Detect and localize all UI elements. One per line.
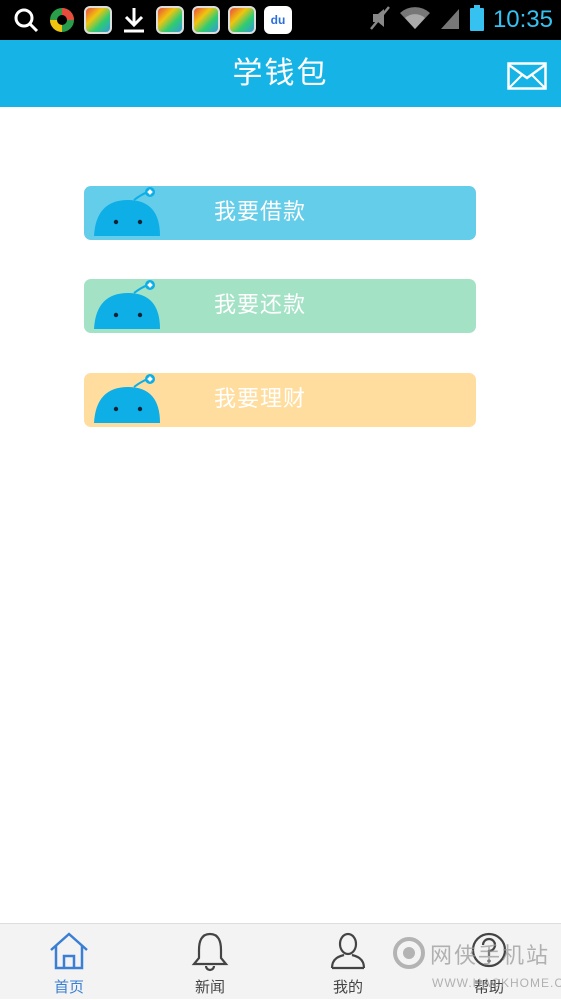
app-icon xyxy=(48,6,76,34)
app-icon xyxy=(192,6,220,34)
wifi-icon xyxy=(399,5,431,35)
app-icon xyxy=(84,6,112,34)
bell-icon xyxy=(190,930,230,972)
invest-label: 我要理财 xyxy=(213,387,306,412)
app-icon xyxy=(156,6,184,34)
borrow-label: 我要借款 xyxy=(213,200,306,225)
tab-news[interactable]: 新闻 xyxy=(155,924,265,1000)
notification-icons: du xyxy=(12,5,292,35)
mascot-icon xyxy=(90,186,164,240)
tab-home[interactable]: 首页 xyxy=(14,924,124,1000)
battery-icon xyxy=(469,4,485,36)
tab-help[interactable]: 帮助 xyxy=(434,924,544,1000)
mascot-icon xyxy=(90,279,164,333)
page-title: 学钱包 xyxy=(232,56,329,91)
app-header: 学钱包 xyxy=(0,40,561,107)
help-icon xyxy=(469,930,509,972)
status-bar: du 10:35 xyxy=(0,0,561,40)
tab-news-label: 新闻 xyxy=(194,978,225,996)
system-icons: 10:35 xyxy=(369,4,553,36)
invest-button[interactable]: 我要理财 xyxy=(84,373,476,427)
mail-icon[interactable] xyxy=(507,62,547,90)
repay-label: 我要还款 xyxy=(213,293,306,318)
user-icon xyxy=(328,930,368,972)
tab-help-label: 帮助 xyxy=(473,978,504,996)
tab-mine-label: 我的 xyxy=(332,978,363,996)
tab-mine[interactable]: 我的 xyxy=(293,924,403,1000)
repay-button[interactable]: 我要还款 xyxy=(84,279,476,333)
signal-icon xyxy=(439,5,461,35)
status-time: 10:35 xyxy=(492,6,553,33)
home-icon xyxy=(49,930,89,972)
download-icon xyxy=(120,6,148,34)
borrow-button[interactable]: 我要借款 xyxy=(84,186,476,240)
bottom-tab-bar: 首页 新闻 我的 帮助 xyxy=(0,923,561,999)
app-icon xyxy=(228,6,256,34)
mascot-icon xyxy=(90,373,164,427)
tab-home-label: 首页 xyxy=(53,978,84,996)
search-icon xyxy=(12,6,40,34)
mute-icon xyxy=(369,5,391,35)
baidu-icon: du xyxy=(264,6,292,34)
